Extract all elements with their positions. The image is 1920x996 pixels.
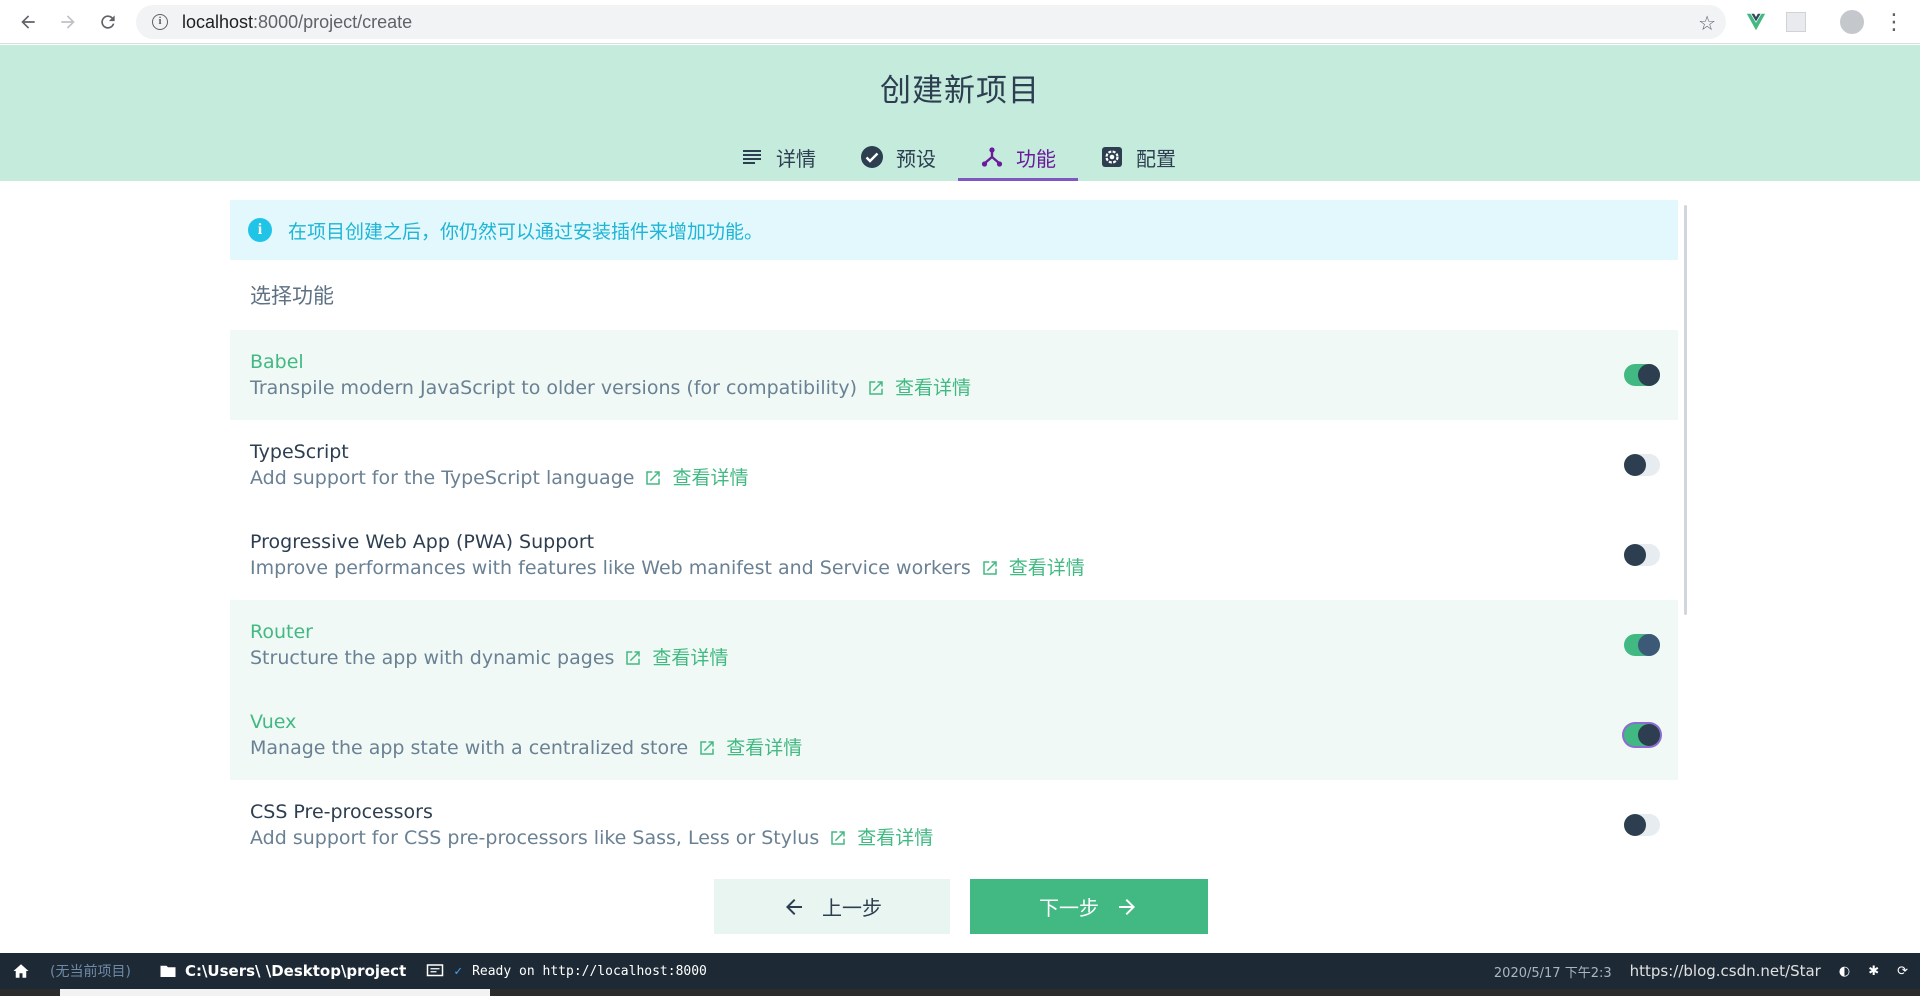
tab-presets[interactable]: 预设 xyxy=(838,133,958,181)
gear-icon xyxy=(1102,147,1122,167)
profile-avatar-icon[interactable] xyxy=(1838,8,1866,36)
taskbar-strip xyxy=(0,989,1920,996)
feature-name: CSS Pre-processors xyxy=(250,801,433,823)
watermark: https://blog.csdn.net/Star xyxy=(1629,962,1821,980)
tab-label: 功能 xyxy=(1016,146,1056,171)
back-button[interactable] xyxy=(8,2,48,42)
feature-toggle[interactable] xyxy=(1624,364,1660,386)
external-link-icon xyxy=(869,381,883,395)
tab-label: 详情 xyxy=(776,146,816,171)
tab-label: 配置 xyxy=(1136,146,1176,171)
reload-button[interactable] xyxy=(88,2,128,42)
theme-icon[interactable]: ◐ xyxy=(1839,964,1850,979)
feature-item-css-preprocessors[interactable]: CSS Pre-processors Add support for CSS p… xyxy=(230,780,1678,870)
button-label: 下一步 xyxy=(1039,896,1099,920)
feature-toggle[interactable] xyxy=(1624,634,1660,656)
bug-icon[interactable]: ✱ xyxy=(1868,964,1879,979)
list-icon xyxy=(743,150,761,164)
home-icon[interactable] xyxy=(12,962,30,980)
external-link-icon xyxy=(646,471,661,485)
scrollbar[interactable] xyxy=(1684,205,1687,615)
more-info-link[interactable]: 查看详情 xyxy=(644,465,748,491)
previous-step-button[interactable]: 上一步 xyxy=(714,879,950,934)
feature-item-typescript[interactable]: TypeScript Add support for the TypeScrip… xyxy=(230,420,1678,510)
feature-toggle[interactable] xyxy=(1624,454,1660,476)
feature-description: Structure the app with dynamic pages 查看详… xyxy=(250,645,729,671)
reload-icon xyxy=(101,15,115,29)
page-title: 创建新项目 xyxy=(880,73,1040,109)
feature-description: Add support for CSS pre-processors like … xyxy=(250,825,934,851)
feature-toggle[interactable] xyxy=(1624,724,1660,746)
info-banner: i 在项目创建之后，你仍然可以通过安装插件来增加功能。 xyxy=(230,200,1678,260)
arrow-left-icon xyxy=(21,15,35,29)
current-project[interactable]: (无当前项目) xyxy=(50,961,131,981)
info-icon[interactable]: i xyxy=(152,14,168,30)
browser-toolbar: i localhost:8000/project/create ☆ ⋮ xyxy=(0,0,1920,44)
more-info-link[interactable]: 查看详情 xyxy=(698,735,802,761)
arrow-left-icon xyxy=(786,898,802,915)
feature-item-vuex[interactable]: Vuex Manage the app state with a central… xyxy=(230,690,1678,780)
external-link-icon xyxy=(626,651,641,665)
feature-name: Progressive Web App (PWA) Support xyxy=(250,531,595,553)
address-bar[interactable]: i localhost:8000/project/create ☆ xyxy=(136,5,1726,39)
feature-description: Transpile modern JavaScript to older ver… xyxy=(250,375,972,401)
more-info-link[interactable]: 查看详情 xyxy=(981,555,1085,581)
next-step-button[interactable]: 下一步 xyxy=(970,879,1208,934)
extension-icon[interactable] xyxy=(1782,8,1810,36)
feature-description: Manage the app state with a centralized … xyxy=(250,735,803,761)
more-info-link[interactable]: 查看详情 xyxy=(829,825,933,851)
tab-features[interactable]: 功能 xyxy=(958,133,1078,181)
external-link-icon xyxy=(831,831,845,845)
button-label: 上一步 xyxy=(822,896,882,920)
feature-name: TypeScript xyxy=(250,441,349,463)
feature-item-pwa[interactable]: Progressive Web App (PWA) Support Improv… xyxy=(230,510,1678,600)
feature-name: Router xyxy=(250,621,313,643)
feature-item-babel[interactable]: Babel Transpile modern JavaScript to old… xyxy=(230,330,1678,420)
feature-item-router[interactable]: Router Structure the app with dynamic pa… xyxy=(230,600,1678,690)
refresh-icon[interactable]: ⟳ xyxy=(1897,964,1908,979)
tab-label: 预设 xyxy=(896,146,936,171)
datetime: 2020/5/17 下午2:3 xyxy=(1493,965,1612,981)
feature-toggle[interactable] xyxy=(1624,814,1660,836)
feature-name: Vuex xyxy=(250,711,297,733)
feature-toggle[interactable] xyxy=(1624,544,1660,566)
status-right: 2020/5/17 下午2:3 https://blog.csdn.net/St… xyxy=(1494,962,1908,981)
feature-description: Improve performances with features like … xyxy=(250,555,1085,581)
current-folder[interactable]: C:\Users\ \Desktop\project xyxy=(159,962,406,980)
step-tabs: 详情 预设 功能 配置 xyxy=(718,133,1198,181)
tab-config[interactable]: 配置 xyxy=(1078,133,1198,181)
check-icon: ✓ xyxy=(454,963,463,979)
external-link-icon xyxy=(982,561,997,575)
vue-devtools-icon[interactable] xyxy=(1742,8,1770,36)
menu-kebab-icon[interactable]: ⋮ xyxy=(1880,8,1908,36)
feature-description: Add support for the TypeScript language … xyxy=(250,465,749,491)
folder-icon xyxy=(160,965,176,977)
url-text: localhost:8000/project/create xyxy=(182,11,413,32)
info-banner-text: 在项目创建之后，你仍然可以通过安装插件来增加功能。 xyxy=(288,220,764,243)
section-title: 选择功能 xyxy=(250,284,334,308)
bookmark-star-icon[interactable]: ☆ xyxy=(1698,11,1716,35)
external-link-icon xyxy=(700,741,714,755)
arrow-right-icon xyxy=(61,15,75,29)
terminal-icon xyxy=(427,964,444,977)
check-circle-icon xyxy=(861,146,883,168)
feature-name: Babel xyxy=(250,351,304,373)
forward-button[interactable] xyxy=(48,2,88,42)
fork-icon xyxy=(981,147,1003,167)
tab-details[interactable]: 详情 xyxy=(718,133,838,181)
more-info-link[interactable]: 查看详情 xyxy=(624,645,728,671)
more-info-link[interactable]: 查看详情 xyxy=(867,375,971,401)
arrow-right-icon xyxy=(1119,898,1135,915)
info-icon: i xyxy=(248,218,272,242)
features-panel: i 在项目创建之后，你仍然可以通过安装插件来增加功能。 选择功能 Babel T… xyxy=(230,200,1678,870)
page-header: 创建新项目 详情 预设 功能 配置 xyxy=(0,45,1920,181)
console-log[interactable]: ✓ Ready on http://localhost:8000 xyxy=(426,962,707,980)
status-bar: (无当前项目) C:\Users\ \Desktop\project ✓ Rea… xyxy=(0,953,1920,989)
